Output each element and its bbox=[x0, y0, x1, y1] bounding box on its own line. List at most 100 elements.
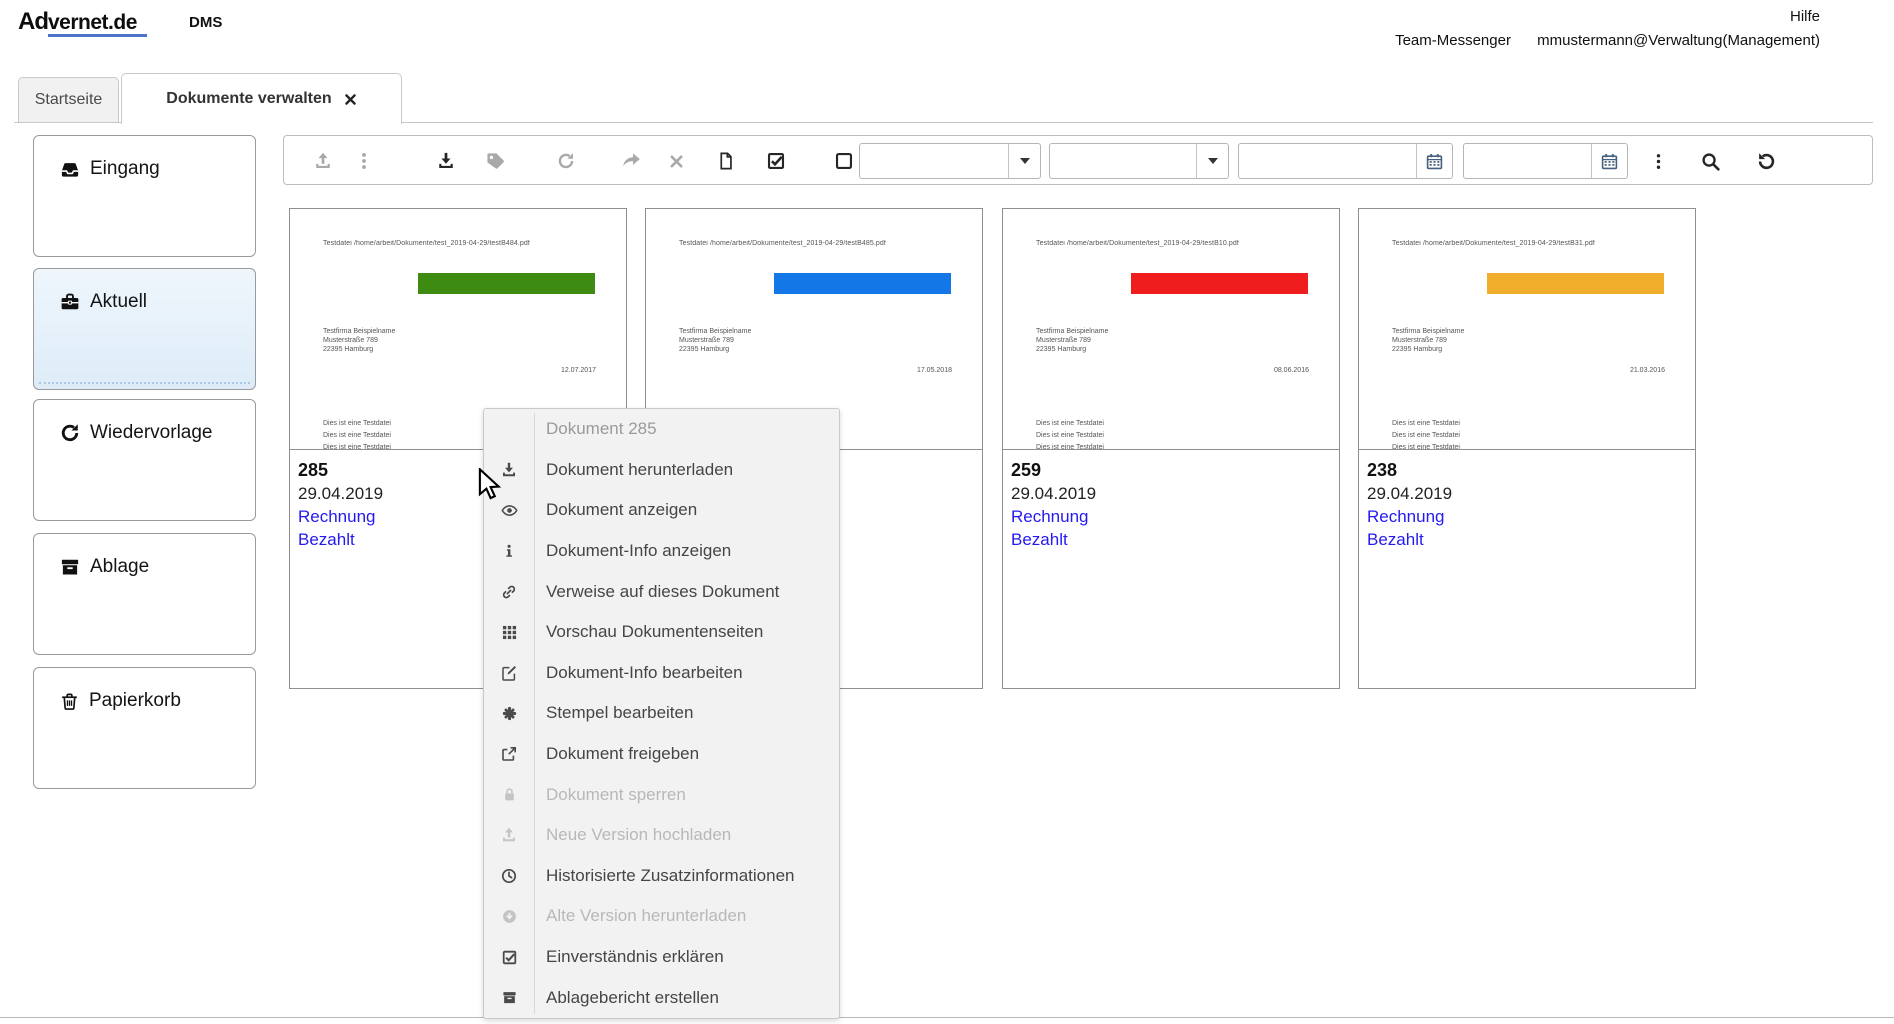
document-card-238[interactable]: Testdatei /home/arbeit/Dokumente/test_20… bbox=[1358, 208, 1696, 689]
menu-item-verweise-dokument[interactable]: Verweise auf dieses Dokument bbox=[484, 571, 839, 612]
info-icon bbox=[484, 544, 534, 558]
redo-icon bbox=[60, 423, 80, 443]
download-button[interactable] bbox=[430, 145, 462, 177]
menu-item-neue-version-hochladen[interactable]: Neue Version hochladen bbox=[484, 815, 839, 856]
preview-body-line: Dies ist eine Testdatei bbox=[323, 432, 391, 439]
download-icon bbox=[484, 462, 534, 478]
search-button[interactable] bbox=[1694, 145, 1726, 177]
edit-icon bbox=[484, 665, 534, 681]
menu-item-dokument-info-anzeigen[interactable]: Dokument-Info anzeigen bbox=[484, 531, 839, 572]
sidebar-item-papierkorb[interactable]: Papierkorb bbox=[33, 667, 256, 789]
redo-button[interactable] bbox=[550, 145, 582, 177]
logo-text-ad: Ad bbox=[18, 8, 48, 35]
menu-item-dokument-freigeben[interactable]: Dokument freigeben bbox=[484, 734, 839, 775]
upload-icon bbox=[484, 827, 534, 843]
grid-icon bbox=[484, 625, 534, 640]
more-options-button[interactable] bbox=[1642, 145, 1674, 177]
preview-body-line: Dies ist eine Testdatei bbox=[323, 444, 391, 450]
document-date: 29.04.2019 bbox=[1011, 482, 1331, 505]
menu-item-dokument-sperren[interactable]: Dokument sperren bbox=[484, 774, 839, 815]
inbox-icon bbox=[60, 159, 80, 179]
preview-body-line: Dies ist eine Testdatei bbox=[1392, 420, 1460, 427]
preview-filename: Testdatei /home/arbeit/Dokumente/test_20… bbox=[323, 240, 612, 247]
check-square-icon bbox=[484, 950, 534, 965]
document-preview[interactable]: Testdatei /home/arbeit/Dokumente/test_20… bbox=[1359, 209, 1695, 450]
sidebar-label-eingang: Eingang bbox=[90, 158, 160, 180]
help-link[interactable]: Hilfe bbox=[1790, 8, 1820, 25]
document-number: 259 bbox=[1011, 458, 1331, 482]
panel-bottom-border bbox=[0, 1017, 1894, 1018]
preview-color-bar bbox=[1131, 273, 1308, 294]
menu-item-ablagebericht-erstellen[interactable]: Ablagebericht erstellen bbox=[484, 977, 839, 1018]
eye-icon bbox=[484, 502, 534, 519]
checkbox-empty-button[interactable] bbox=[828, 145, 860, 177]
more-actions-button[interactable] bbox=[348, 145, 380, 177]
tab-dokumente-verwalten[interactable]: Dokumente verwalten bbox=[121, 73, 402, 124]
upload-button[interactable] bbox=[307, 145, 339, 177]
sidebar-label-ablage: Ablage bbox=[90, 556, 149, 578]
document-tag-rechnung[interactable]: Rechnung bbox=[1011, 505, 1331, 528]
preview-color-bar bbox=[1487, 273, 1664, 294]
preview-color-bar bbox=[418, 273, 595, 294]
preview-filename: Testdatei /home/arbeit/Dokumente/test_20… bbox=[679, 240, 968, 247]
share-button[interactable] bbox=[615, 145, 647, 177]
menu-item-dokument-herunterladen[interactable]: Dokument herunterladen bbox=[484, 450, 839, 491]
file-button[interactable] bbox=[710, 145, 742, 177]
logo-dms-label: DMS bbox=[189, 14, 222, 31]
calendar-icon[interactable] bbox=[1591, 144, 1627, 178]
sidebar-item-eingang[interactable]: Eingang bbox=[33, 135, 256, 257]
menu-item-einverstaendnis-erklaeren[interactable]: Einverständnis erklären bbox=[484, 937, 839, 978]
menu-item-dokument-anzeigen[interactable]: Dokument anzeigen bbox=[484, 490, 839, 531]
document-preview[interactable]: Testdatei /home/arbeit/Dokumente/test_20… bbox=[1003, 209, 1339, 450]
filter-select-2[interactable] bbox=[1049, 143, 1229, 179]
download-circle-icon bbox=[484, 909, 534, 924]
document-context-menu: Dokument 285 Dokument herunterladen Doku… bbox=[483, 408, 840, 1019]
preview-color-bar bbox=[774, 273, 951, 294]
sidebar-item-aktuell[interactable]: Aktuell bbox=[33, 268, 256, 390]
lock-icon bbox=[484, 787, 534, 802]
preview-sender-address: Testfirma Beispielname Musterstraße 789 … bbox=[323, 327, 395, 354]
filter-select-1-value bbox=[860, 144, 1008, 178]
sidebar-item-ablage[interactable]: Ablage bbox=[33, 533, 256, 655]
date-from-input[interactable] bbox=[1239, 144, 1416, 178]
archive-icon bbox=[484, 990, 534, 1005]
document-number: 238 bbox=[1367, 458, 1687, 482]
menu-item-stempel-bearbeiten[interactable]: Stempel bearbeiten bbox=[484, 693, 839, 734]
preview-document-date: 21.03.2016 bbox=[1630, 367, 1665, 374]
history-icon bbox=[484, 868, 534, 884]
menu-item-historisierte-zusatzinformationen[interactable]: Historisierte Zusatzinformationen bbox=[484, 856, 839, 897]
reset-undo-button[interactable] bbox=[1750, 145, 1782, 177]
document-tag-bezahlt[interactable]: Bezahlt bbox=[1011, 528, 1331, 551]
preview-filename: Testdatei /home/arbeit/Dokumente/test_20… bbox=[1036, 240, 1325, 247]
filter-select-1[interactable] bbox=[859, 143, 1041, 179]
user-account-label[interactable]: mmustermann@Verwaltung(Management) bbox=[1537, 32, 1820, 49]
chevron-down-icon bbox=[1008, 144, 1040, 178]
tab-startseite[interactable]: Startseite bbox=[18, 77, 119, 123]
preview-document-date: 08.06.2016 bbox=[1274, 367, 1309, 374]
preview-document-date: 12.07.2017 bbox=[561, 367, 596, 374]
document-date: 29.04.2019 bbox=[1367, 482, 1687, 505]
document-card-259[interactable]: Testdatei /home/arbeit/Dokumente/test_20… bbox=[1002, 208, 1340, 689]
sidebar-label-aktuell: Aktuell bbox=[90, 291, 147, 313]
filter-select-2-value bbox=[1050, 144, 1196, 178]
menu-item-alte-version-herunterladen[interactable]: Alte Version herunterladen bbox=[484, 896, 839, 937]
document-tag-rechnung[interactable]: Rechnung bbox=[1367, 505, 1687, 528]
menu-item-vorschau-dokumentenseiten[interactable]: Vorschau Dokumentenseiten bbox=[484, 612, 839, 653]
trash-icon bbox=[60, 692, 79, 711]
checkbox-checked-button[interactable] bbox=[760, 145, 792, 177]
delete-x-button[interactable] bbox=[660, 145, 692, 177]
preview-filename: Testdatei /home/arbeit/Dokumente/test_20… bbox=[1392, 240, 1681, 247]
preview-sender-address: Testfirma Beispielname Musterstraße 789 … bbox=[1036, 327, 1108, 354]
preview-body-line: Dies ist eine Testdatei bbox=[1392, 444, 1460, 450]
team-messenger-link[interactable]: Team-Messenger bbox=[1395, 32, 1511, 49]
menu-item-dokument-info-bearbeiten[interactable]: Dokument-Info bearbeiten bbox=[484, 653, 839, 694]
tab-close-icon[interactable] bbox=[344, 93, 357, 106]
document-tag-bezahlt[interactable]: Bezahlt bbox=[1367, 528, 1687, 551]
date-filter-to bbox=[1463, 143, 1628, 179]
date-to-input[interactable] bbox=[1464, 144, 1591, 178]
sidebar-item-wiedervorlage[interactable]: Wiedervorlage bbox=[33, 399, 256, 521]
dms-app-window: Advernet.de DMS Hilfe Team-Messenger mmu… bbox=[0, 0, 1894, 1024]
calendar-icon[interactable] bbox=[1416, 144, 1452, 178]
tag-button[interactable] bbox=[479, 145, 511, 177]
app-logo: Advernet.de bbox=[18, 8, 147, 36]
